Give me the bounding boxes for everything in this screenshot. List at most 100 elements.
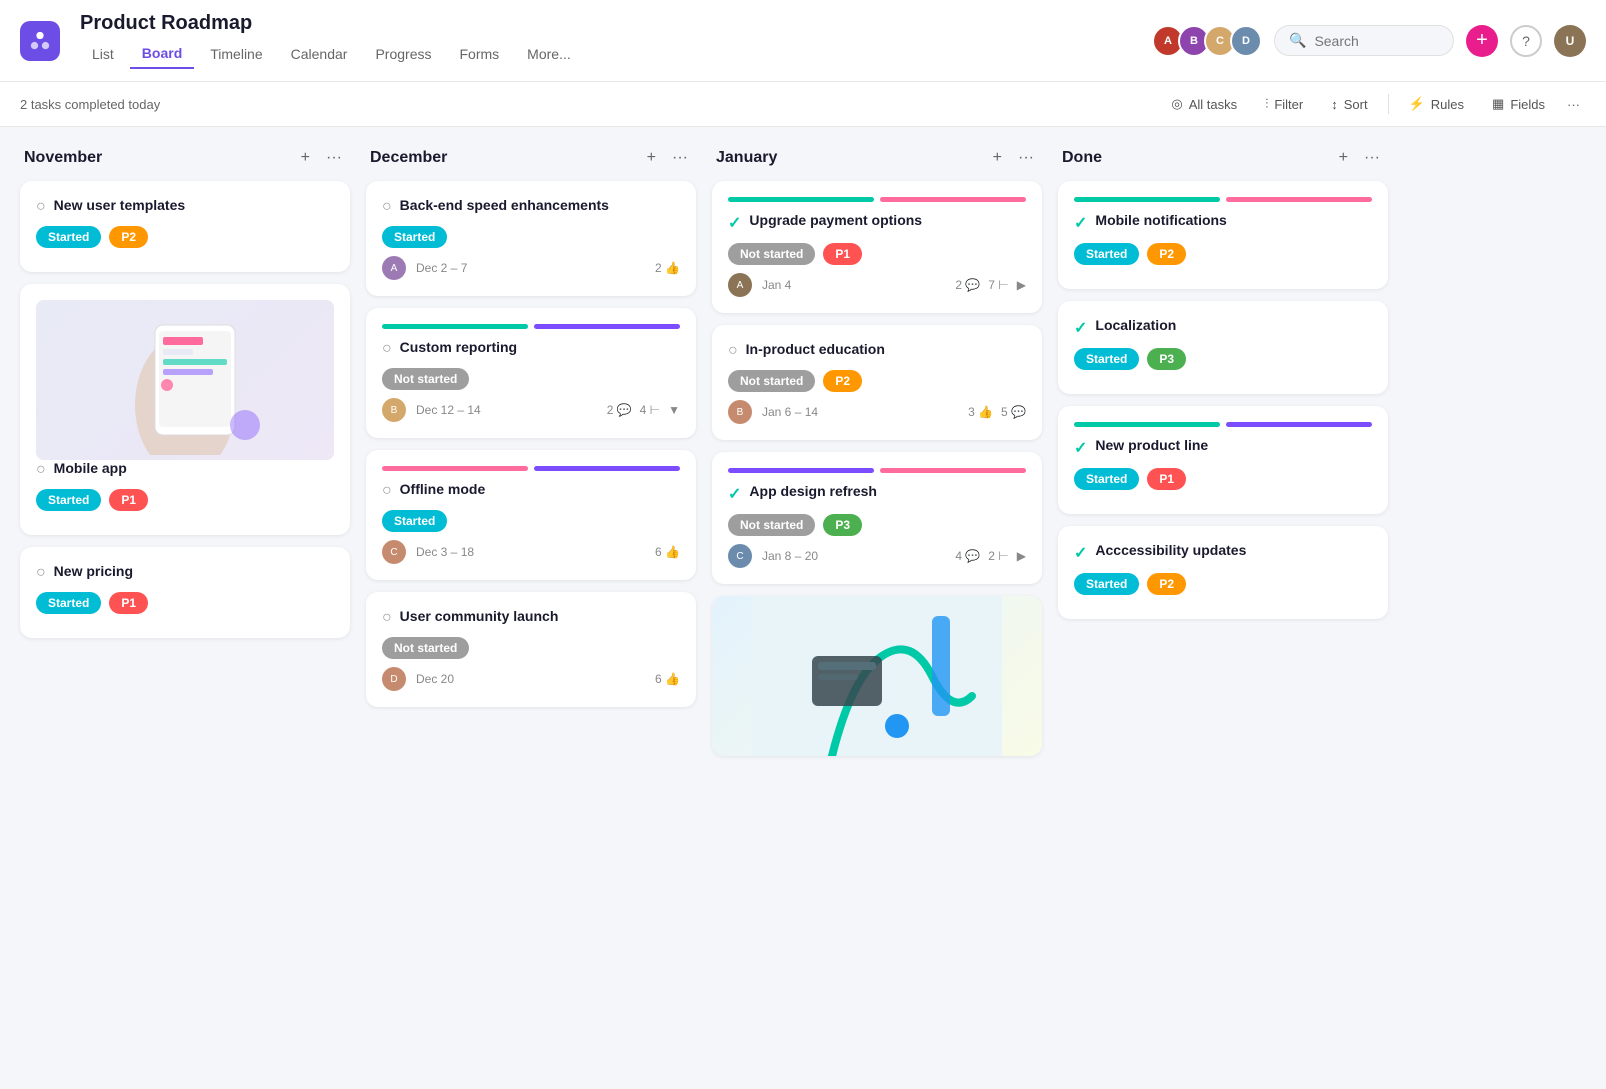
meta-avatar: C bbox=[728, 544, 752, 568]
filter-button[interactable]: ⫶ Filter bbox=[1253, 90, 1315, 118]
nav-list[interactable]: List bbox=[80, 40, 126, 68]
filter-icon: ⫶ bbox=[1265, 96, 1268, 112]
search-input[interactable] bbox=[1314, 33, 1439, 49]
card-user-community-launch-title: ○ User community launch bbox=[382, 608, 680, 627]
card-backend-speed-title: ○ Back-end speed enhancements bbox=[382, 197, 680, 216]
likes-count: 3 👍 bbox=[968, 405, 993, 419]
fields-button[interactable]: ▦ Fields bbox=[1480, 90, 1557, 118]
meta-actions: 4 💬 2 ⊢ ▶ bbox=[955, 549, 1026, 563]
sort-button[interactable]: ↕ Sort bbox=[1319, 91, 1379, 118]
column-december-header: December + ··· bbox=[366, 147, 696, 169]
rules-button[interactable]: ⚡ Rules bbox=[1397, 90, 1476, 118]
column-january-title: January bbox=[716, 149, 981, 167]
column-done-menu[interactable]: ··· bbox=[1360, 147, 1384, 169]
bar-green bbox=[382, 324, 528, 329]
column-done-add[interactable]: + bbox=[1335, 147, 1352, 169]
bar-pink bbox=[880, 468, 1026, 473]
expand-icon[interactable]: ▶ bbox=[1017, 549, 1026, 563]
card-new-user-templates[interactable]: ○ New user templates Started P2 bbox=[20, 181, 350, 272]
check-icon-done: ✓ bbox=[1074, 543, 1087, 563]
help-button[interactable]: ? bbox=[1510, 25, 1542, 57]
column-december-add[interactable]: + bbox=[643, 147, 660, 169]
tag-started: Started bbox=[36, 592, 101, 614]
progress-bars bbox=[728, 468, 1026, 473]
card-mobile-notifications[interactable]: ✓ Mobile notifications Started P2 bbox=[1058, 181, 1388, 289]
card-offline-mode-meta: C Dec 3 – 18 6 👍 bbox=[382, 540, 680, 564]
card-accessibility-updates[interactable]: ✓ Acccessibility updates Started P2 bbox=[1058, 526, 1388, 619]
card-new-pricing-title: ○ New pricing bbox=[36, 563, 334, 582]
card-new-pricing[interactable]: ○ New pricing Started P1 bbox=[20, 547, 350, 638]
card-user-community-launch[interactable]: ○ User community launch Not started D De… bbox=[366, 592, 696, 707]
bar-green bbox=[1074, 422, 1220, 427]
card-localization-tags: Started P3 bbox=[1074, 348, 1372, 370]
nav-timeline[interactable]: Timeline bbox=[198, 40, 274, 68]
card-new-product-line-tags: Started P1 bbox=[1074, 468, 1372, 490]
card-custom-reporting-tags: Not started bbox=[382, 368, 680, 390]
column-done-header: Done + ··· bbox=[1058, 147, 1388, 169]
check-icon-done: ✓ bbox=[728, 484, 741, 504]
bar-pink bbox=[880, 197, 1026, 202]
card-in-product-education-meta: B Jan 6 – 14 3 👍 5 💬 bbox=[728, 400, 1026, 424]
add-button[interactable]: + bbox=[1466, 25, 1498, 57]
card-localization[interactable]: ✓ Localization Started P3 bbox=[1058, 301, 1388, 394]
all-tasks-button[interactable]: ◎ All tasks bbox=[1159, 90, 1249, 118]
tag-started: Started bbox=[1074, 243, 1139, 265]
nav-tabs: List Board Timeline Calendar Progress Fo… bbox=[80, 39, 583, 69]
user-avatar[interactable]: U bbox=[1554, 25, 1586, 57]
column-done: Done + ··· ✓ Mobile notifications Starte… bbox=[1058, 147, 1388, 631]
nav-forms[interactable]: Forms bbox=[448, 40, 512, 68]
column-november-add[interactable]: + bbox=[297, 147, 314, 169]
column-november-menu[interactable]: ··· bbox=[322, 147, 346, 169]
column-december-menu[interactable]: ··· bbox=[668, 147, 692, 169]
column-january-add[interactable]: + bbox=[989, 147, 1006, 169]
progress-bars bbox=[728, 197, 1026, 202]
card-custom-reporting[interactable]: ○ Custom reporting Not started B Dec 12 … bbox=[366, 308, 696, 438]
tasks-completed-info: 2 tasks completed today bbox=[20, 97, 160, 112]
card-backend-speed[interactable]: ○ Back-end speed enhancements Started A … bbox=[366, 181, 696, 296]
check-icon-done: ✓ bbox=[1074, 318, 1087, 338]
toolbar-actions: ◎ All tasks ⫶ Filter ↕ Sort ⚡ Rules ▦ Fi… bbox=[1159, 90, 1586, 118]
column-november-title: November bbox=[24, 149, 289, 167]
all-tasks-label: All tasks bbox=[1189, 97, 1237, 112]
card-upgrade-payment-tags: Not started P1 bbox=[728, 243, 1026, 265]
meta-actions: 2 💬 4 ⊢ ▼ bbox=[607, 403, 680, 417]
card-accessibility-updates-tags: Started P2 bbox=[1074, 573, 1372, 595]
card-backend-speed-meta: A Dec 2 – 7 2 👍 bbox=[382, 256, 680, 280]
check-icon: ○ bbox=[382, 609, 392, 627]
card-new-product-line[interactable]: ✓ New product line Started P1 bbox=[1058, 406, 1388, 514]
tag-p3: P3 bbox=[823, 514, 862, 536]
comments-count: 5 💬 bbox=[1001, 405, 1026, 419]
column-december: December + ··· ○ Back-end speed enhancem… bbox=[366, 147, 696, 719]
card-new-user-templates-title: ○ New user templates bbox=[36, 197, 334, 216]
card-upgrade-payment[interactable]: ✓ Upgrade payment options Not started P1… bbox=[712, 181, 1042, 313]
check-icon: ○ bbox=[728, 342, 738, 360]
nav-board[interactable]: Board bbox=[130, 39, 194, 69]
card-mobile-app[interactable]: ○ Mobile app Started P1 bbox=[20, 284, 350, 535]
card-jan-image[interactable] bbox=[712, 596, 1042, 756]
header-right: A B C D 🔍 + ? U bbox=[1152, 25, 1586, 57]
check-icon-done: ✓ bbox=[1074, 213, 1087, 233]
card-mobile-app-title: ○ Mobile app bbox=[36, 460, 334, 479]
column-january-menu[interactable]: ··· bbox=[1014, 147, 1038, 169]
progress-bars bbox=[1074, 422, 1372, 427]
more-options-button[interactable]: ··· bbox=[1561, 91, 1586, 118]
search-box[interactable]: 🔍 bbox=[1274, 25, 1454, 56]
meta-date: Dec 20 bbox=[416, 672, 454, 686]
nav-progress[interactable]: Progress bbox=[363, 40, 443, 68]
nav-more[interactable]: More... bbox=[515, 40, 583, 68]
column-done-title: Done bbox=[1062, 149, 1327, 167]
card-app-design-refresh[interactable]: ✓ App design refresh Not started P3 C Ja… bbox=[712, 452, 1042, 584]
card-offline-mode[interactable]: ○ Offline mode Started C Dec 3 – 18 6 👍 bbox=[366, 450, 696, 580]
likes-count: 2 👍 bbox=[655, 261, 680, 275]
subtasks-count: 4 ⊢ bbox=[640, 403, 660, 417]
nav-calendar[interactable]: Calendar bbox=[279, 40, 360, 68]
expand-icon[interactable]: ▶ bbox=[1017, 278, 1026, 292]
check-icon-done: ✓ bbox=[728, 213, 741, 233]
expand-icon[interactable]: ▼ bbox=[668, 403, 680, 417]
card-new-pricing-tags: Started P1 bbox=[36, 592, 334, 614]
card-in-product-education[interactable]: ○ In-product education Not started P2 B … bbox=[712, 325, 1042, 440]
meta-date: Jan 8 – 20 bbox=[762, 549, 818, 563]
card-new-user-templates-tags: Started P2 bbox=[36, 226, 334, 248]
progress-bars bbox=[382, 466, 680, 471]
subtasks-count: 7 ⊢ bbox=[988, 278, 1008, 292]
